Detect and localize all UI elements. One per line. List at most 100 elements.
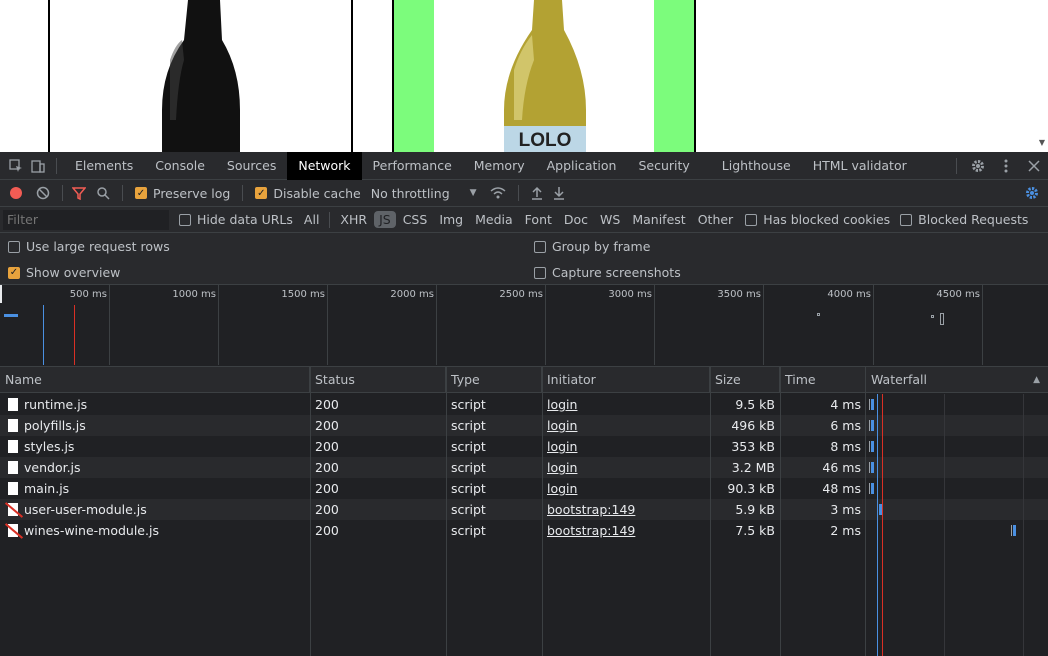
table-row[interactable]: user-user-module.js 200 script bootstrap:14…	[0, 499, 1048, 520]
filter-type-ws[interactable]: WS	[595, 211, 625, 228]
waterfall-bar[interactable]	[871, 483, 874, 494]
initiator-link[interactable]: login	[547, 481, 577, 496]
more-options-icon[interactable]	[992, 152, 1020, 180]
tab-sources[interactable]: Sources	[216, 152, 287, 180]
initiator-link[interactable]: bootstrap:149	[547, 502, 635, 517]
checkbox-unchecked-icon	[900, 213, 913, 226]
tab-console[interactable]: Console	[144, 152, 216, 180]
column-header-name[interactable]: Name	[0, 367, 310, 393]
filter-type-other[interactable]: Other	[693, 211, 739, 228]
table-row[interactable]: runtime.js 200 script login 9.5 kB 4 ms	[0, 394, 1048, 415]
export-har-icon[interactable]	[548, 180, 570, 207]
network-overview[interactable]: 500 ms 1000 ms 1500 ms 2000 ms 2500 ms 3…	[0, 285, 1048, 367]
checkbox-checked-icon: ✓	[255, 187, 268, 199]
table-row[interactable]: styles.js 200 script login 353 kB 8 ms	[0, 436, 1048, 457]
large-rows-checkbox[interactable]: Use large request rows	[8, 239, 170, 254]
column-divider	[780, 367, 781, 656]
column-header-waterfall[interactable]: Waterfall ▲	[866, 367, 1048, 393]
overview-selection-handle[interactable]	[0, 285, 2, 303]
request-name-cell[interactable]: wines-wine-module.js	[3, 520, 308, 541]
column-header-size[interactable]: Size	[710, 367, 780, 393]
tab-application[interactable]: Application	[536, 152, 628, 180]
tab-html-validator[interactable]: HTML validator	[802, 152, 918, 180]
disable-cache-checkbox[interactable]: ✓ Disable cache	[250, 180, 365, 207]
show-overview-checkbox[interactable]: ✓ Show overview	[8, 265, 120, 280]
group-by-frame-checkbox[interactable]: Group by frame	[534, 239, 650, 254]
throttling-select[interactable]: No throttling ▼	[366, 180, 482, 207]
filter-input[interactable]	[3, 209, 169, 230]
waterfall-gridline	[944, 394, 945, 656]
request-time: 3 ms	[830, 502, 861, 517]
checkbox-unchecked-icon	[534, 240, 546, 253]
import-har-icon[interactable]	[526, 180, 548, 207]
record-icon[interactable]	[0, 180, 28, 207]
search-icon[interactable]	[91, 180, 115, 207]
inspect-element-icon[interactable]	[5, 152, 27, 180]
tab-memory[interactable]: Memory	[463, 152, 536, 180]
request-name-cell[interactable]: styles.js	[3, 436, 308, 457]
overview-gridline	[436, 285, 437, 365]
table-row[interactable]: polyfills.js 200 script login 496 kB 6 ms	[0, 415, 1048, 436]
request-name-cell[interactable]: vendor.js	[3, 457, 308, 478]
column-header-initiator[interactable]: Initiator	[542, 367, 710, 393]
filter-bar: Hide data URLs All XHR JS CSS Img Media …	[0, 207, 1048, 233]
filter-type-font[interactable]: Font	[520, 211, 557, 228]
tab-elements[interactable]: Elements	[64, 152, 144, 180]
waterfall-bar[interactable]	[871, 399, 874, 410]
filter-icon[interactable]	[70, 180, 91, 207]
column-header-type[interactable]: Type	[446, 367, 542, 393]
table-row[interactable]: wines-wine-module.js 200 script bootstrap:1…	[0, 520, 1048, 541]
initiator-link[interactable]: bootstrap:149	[547, 523, 635, 538]
waterfall-bar[interactable]	[871, 462, 874, 473]
request-name-cell[interactable]: main.js	[3, 478, 308, 499]
capture-screenshots-checkbox[interactable]: Capture screenshots	[534, 265, 681, 280]
tab-lighthouse[interactable]: Lighthouse	[711, 152, 802, 180]
scroll-down-icon[interactable]: ▼	[1039, 138, 1045, 147]
request-size: 3.2 MB	[731, 460, 775, 475]
tab-security[interactable]: Security	[627, 152, 700, 180]
blocked-requests-checkbox[interactable]: Blocked Requests	[895, 206, 1033, 233]
filter-type-all[interactable]: All	[299, 211, 325, 228]
checkbox-unchecked-icon	[534, 266, 546, 279]
request-name-cell[interactable]: runtime.js	[3, 394, 308, 415]
product-card-2[interactable]: LOLO	[392, 0, 696, 152]
network-settings-icon[interactable]	[1020, 180, 1044, 207]
initiator-link[interactable]: login	[547, 439, 577, 454]
request-initiator-cell: bootstrap:149	[542, 499, 710, 520]
tab-performance[interactable]: Performance	[362, 152, 463, 180]
filter-type-css[interactable]: CSS	[398, 211, 433, 228]
column-header-time[interactable]: Time	[780, 367, 866, 393]
initiator-link[interactable]: login	[547, 460, 577, 475]
initiator-link[interactable]: login	[547, 418, 577, 433]
page-scrollbar[interactable]: ▼	[1034, 0, 1048, 152]
table-row[interactable]: vendor.js 200 script login 3.2 MB 46 ms	[0, 457, 1048, 478]
waterfall-wait-tick	[869, 441, 870, 452]
network-conditions-icon[interactable]	[482, 180, 511, 207]
request-name-cell[interactable]: polyfills.js	[3, 415, 308, 436]
preserve-log-checkbox[interactable]: ✓ Preserve log	[130, 180, 235, 207]
waterfall-bar[interactable]	[1013, 525, 1016, 536]
clear-icon[interactable]	[28, 180, 55, 207]
filter-type-xhr[interactable]: XHR	[335, 211, 372, 228]
tab-network[interactable]: Network	[287, 151, 362, 180]
table-row[interactable]: main.js 200 script login 90.3 kB 48 ms	[0, 478, 1048, 499]
filter-type-media[interactable]: Media	[470, 211, 518, 228]
filter-type-manifest[interactable]: Manifest	[627, 211, 690, 228]
gear-icon[interactable]	[964, 152, 992, 180]
filter-type-doc[interactable]: Doc	[559, 211, 593, 228]
filter-type-img[interactable]: Img	[434, 211, 468, 228]
filter-type-js[interactable]: JS	[374, 211, 396, 228]
column-header-status[interactable]: Status	[310, 367, 446, 393]
device-toolbar-icon[interactable]	[27, 152, 49, 180]
overview-domcontentloaded-line	[43, 305, 44, 365]
waterfall-bar[interactable]	[871, 441, 874, 452]
hide-data-urls-checkbox[interactable]: Hide data URLs	[169, 206, 298, 233]
initiator-link[interactable]: login	[547, 397, 577, 412]
request-name-cell[interactable]: user-user-module.js	[3, 499, 308, 520]
product-card-1[interactable]	[48, 0, 353, 152]
close-icon[interactable]	[1020, 152, 1048, 180]
waterfall-bar[interactable]	[871, 420, 874, 431]
request-time: 8 ms	[830, 439, 861, 454]
capture-screenshots-label: Capture screenshots	[552, 265, 681, 280]
has-blocked-cookies-checkbox[interactable]: Has blocked cookies	[739, 206, 895, 233]
